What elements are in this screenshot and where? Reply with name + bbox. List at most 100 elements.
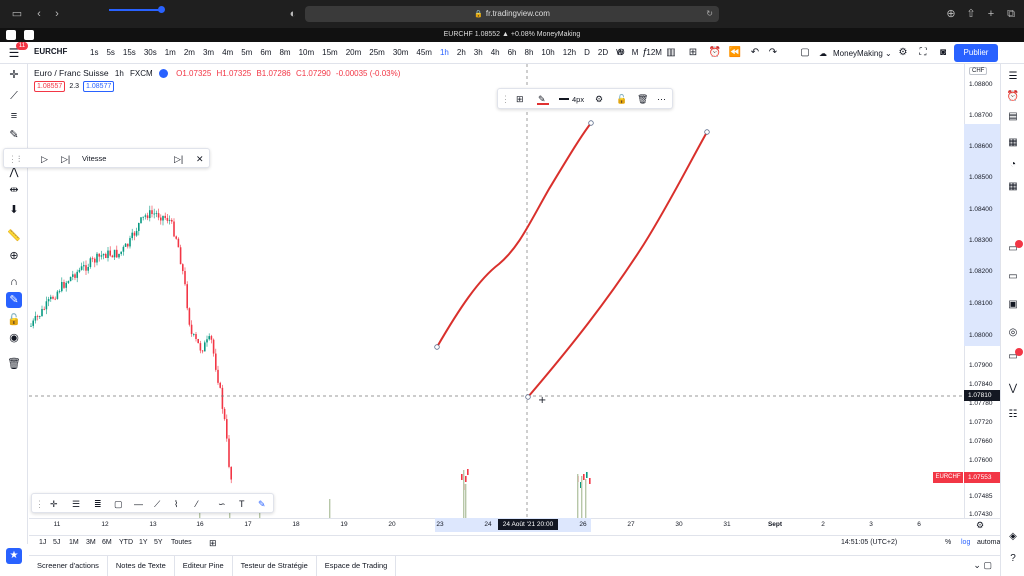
publish-button[interactable]: Publier <box>954 44 998 62</box>
panel-tab[interactable]: Screener d'actions <box>29 556 108 576</box>
interval-2m[interactable]: 2m <box>180 46 199 60</box>
interval-25m[interactable]: 25m <box>365 46 389 60</box>
fib-icon[interactable]: ≡ <box>6 108 22 124</box>
interval-8h[interactable]: 8h <box>521 46 538 60</box>
curve-icon[interactable]: ∽ <box>218 497 226 511</box>
magnet-icon[interactable]: ∩ <box>6 274 22 290</box>
jump-to-realtime-icon[interactable]: ▷| <box>174 152 183 166</box>
range-1y[interactable]: 1Y <box>139 539 148 546</box>
alert-icon[interactable]: ⏰ <box>708 46 722 60</box>
broadcast-icon[interactable]: ◎ <box>1006 326 1020 340</box>
text-icon[interactable]: T <box>239 497 245 511</box>
range-1j[interactable]: 1J <box>39 539 46 546</box>
watchlist-icon[interactable]: ☰ <box>1006 70 1020 84</box>
channel-icon[interactable]: ≣ <box>94 497 102 511</box>
drag-handle-icon[interactable]: ⋮ <box>8 152 17 166</box>
range-1m[interactable]: 1M <box>69 539 79 546</box>
log-scale-button[interactable]: log <box>961 539 970 546</box>
range-ytd[interactable]: YTD <box>119 539 133 546</box>
panel-tab[interactable]: Notes de Texte <box>108 556 175 576</box>
layout-select-icon[interactable]: ▢ <box>798 46 812 60</box>
step-forward-icon[interactable]: ▷| <box>61 152 70 166</box>
interval-30m[interactable]: 30m <box>389 46 413 60</box>
undo-icon[interactable]: ↶ <box>748 46 762 60</box>
chart-type-icon[interactable]: ▥ <box>664 46 678 60</box>
trend-icon[interactable]: ⋁ <box>1006 382 1020 396</box>
clock[interactable]: 14:51:05 (UTC+2) <box>841 539 897 546</box>
panel-tab[interactable]: Espace de Trading <box>317 556 397 576</box>
chart-canvas[interactable]: + <box>29 64 964 518</box>
interval-15m[interactable]: 15m <box>318 46 342 60</box>
brush-drawing-2[interactable] <box>527 131 708 398</box>
crosshair-icon[interactable]: ✛ <box>50 497 58 511</box>
privacy-shield-icon[interactable]: ◐ <box>286 7 300 21</box>
currency-tag[interactable]: CHF <box>969 67 988 75</box>
replay-select-bar-icon[interactable]: ⫶ <box>18 152 20 166</box>
streams-icon[interactable]: ▣ <box>1006 298 1020 312</box>
interval-D[interactable]: D <box>580 46 594 60</box>
news-icon[interactable]: ▤ <box>1006 110 1020 124</box>
path-icon[interactable]: ⌇ <box>174 497 178 511</box>
drawing-handle[interactable] <box>434 344 440 350</box>
chart-pane[interactable]: + <box>29 64 964 518</box>
data-window-icon[interactable]: ▦ <box>1006 136 1020 150</box>
interval-6m[interactable]: 6m <box>256 46 275 60</box>
more-icon[interactable]: ⋯ <box>657 93 666 106</box>
interval-20m[interactable]: 20m <box>342 46 366 60</box>
range-toutes[interactable]: Toutes <box>171 539 192 546</box>
arrow-down-icon[interactable]: ⬇ <box>6 202 22 218</box>
calendar-icon[interactable]: ▦ <box>1006 180 1020 194</box>
share-icon[interactable]: ⇧ <box>964 7 978 21</box>
rectangle-icon[interactable]: ▢ <box>114 497 123 511</box>
interval-3m[interactable]: 3m <box>199 46 218 60</box>
drawing-handle[interactable] <box>704 129 710 135</box>
replay-icon[interactable]: ⏪ <box>728 46 742 60</box>
lock-icon[interactable]: 🔓 <box>6 312 22 328</box>
drawing-mode-icon[interactable]: ✎ <box>6 292 22 308</box>
sidebar-toggle-icon[interactable]: ▭ <box>10 7 24 21</box>
percent-scale-button[interactable]: % <box>945 539 951 546</box>
speed-slider-track[interactable] <box>109 9 161 11</box>
drag-handle-icon[interactable]: ⋮ <box>501 93 510 106</box>
close-icon[interactable]: ✕ <box>196 152 204 166</box>
interval-45m[interactable]: 45m <box>412 46 436 60</box>
interval-4m[interactable]: 4m <box>218 46 237 60</box>
brush-icon[interactable]: ✎ <box>258 497 266 511</box>
reload-icon[interactable]: ↻ <box>706 6 713 22</box>
templates-icon[interactable]: ⊞ <box>686 46 700 60</box>
range-6m[interactable]: 6M <box>102 539 112 546</box>
tab-overview-icon[interactable]: ⧉ <box>1004 7 1018 21</box>
panel-tab[interactable]: Editeur Pine <box>175 556 233 576</box>
symbol-search-button[interactable]: EURCHF <box>34 47 67 56</box>
interval-1h[interactable]: 1h <box>436 46 453 60</box>
interval-10m[interactable]: 10m <box>295 46 319 60</box>
address-bar[interactable]: 🔒 fr.tradingview.com ↻ <box>305 6 719 22</box>
interval-2h[interactable]: 2h <box>453 46 470 60</box>
eye-icon[interactable]: ◉ <box>6 330 22 346</box>
prediction-icon[interactable]: ⇹ <box>6 182 22 198</box>
redo-icon[interactable]: ↷ <box>766 46 780 60</box>
legend-symbol[interactable]: Euro / Franc Suisse <box>34 68 109 78</box>
interval-5m[interactable]: 5m <box>237 46 256 60</box>
hotlist-icon[interactable]: ◔ <box>1006 158 1020 172</box>
range-5y[interactable]: 5Y <box>154 539 163 546</box>
brush-icon[interactable]: ✎ <box>6 127 22 143</box>
interval-10h[interactable]: 10h <box>537 46 558 60</box>
chevron-down-icon[interactable]: ⌄ <box>973 560 981 570</box>
trend-line-icon[interactable]: ⟋ <box>6 88 22 104</box>
drawing-handle[interactable] <box>588 120 594 126</box>
interval-30s[interactable]: 30s <box>140 46 161 60</box>
play-icon[interactable]: ▷ <box>41 152 48 166</box>
lock-icon[interactable]: 🔓 <box>616 93 627 106</box>
trash-icon[interactable]: 🗑 <box>6 356 22 372</box>
interval-15s[interactable]: 15s <box>119 46 140 60</box>
fullscreen-icon[interactable]: ⛶ <box>916 46 930 60</box>
sliders-icon[interactable]: ☷ <box>1006 408 1020 422</box>
range-3m[interactable]: 3M <box>86 539 96 546</box>
panel-tab[interactable]: Testeur de Stratégie <box>233 556 317 576</box>
range-5j[interactable]: 5J <box>53 539 60 546</box>
gear-icon[interactable]: ⚙ <box>595 93 603 106</box>
interval-4h[interactable]: 4h <box>487 46 504 60</box>
gear-icon[interactable]: ⚙ <box>976 520 984 531</box>
active-tab-title[interactable]: EURCHF 1.08552 ▲ +0.08% MoneyMaking <box>0 28 1024 42</box>
